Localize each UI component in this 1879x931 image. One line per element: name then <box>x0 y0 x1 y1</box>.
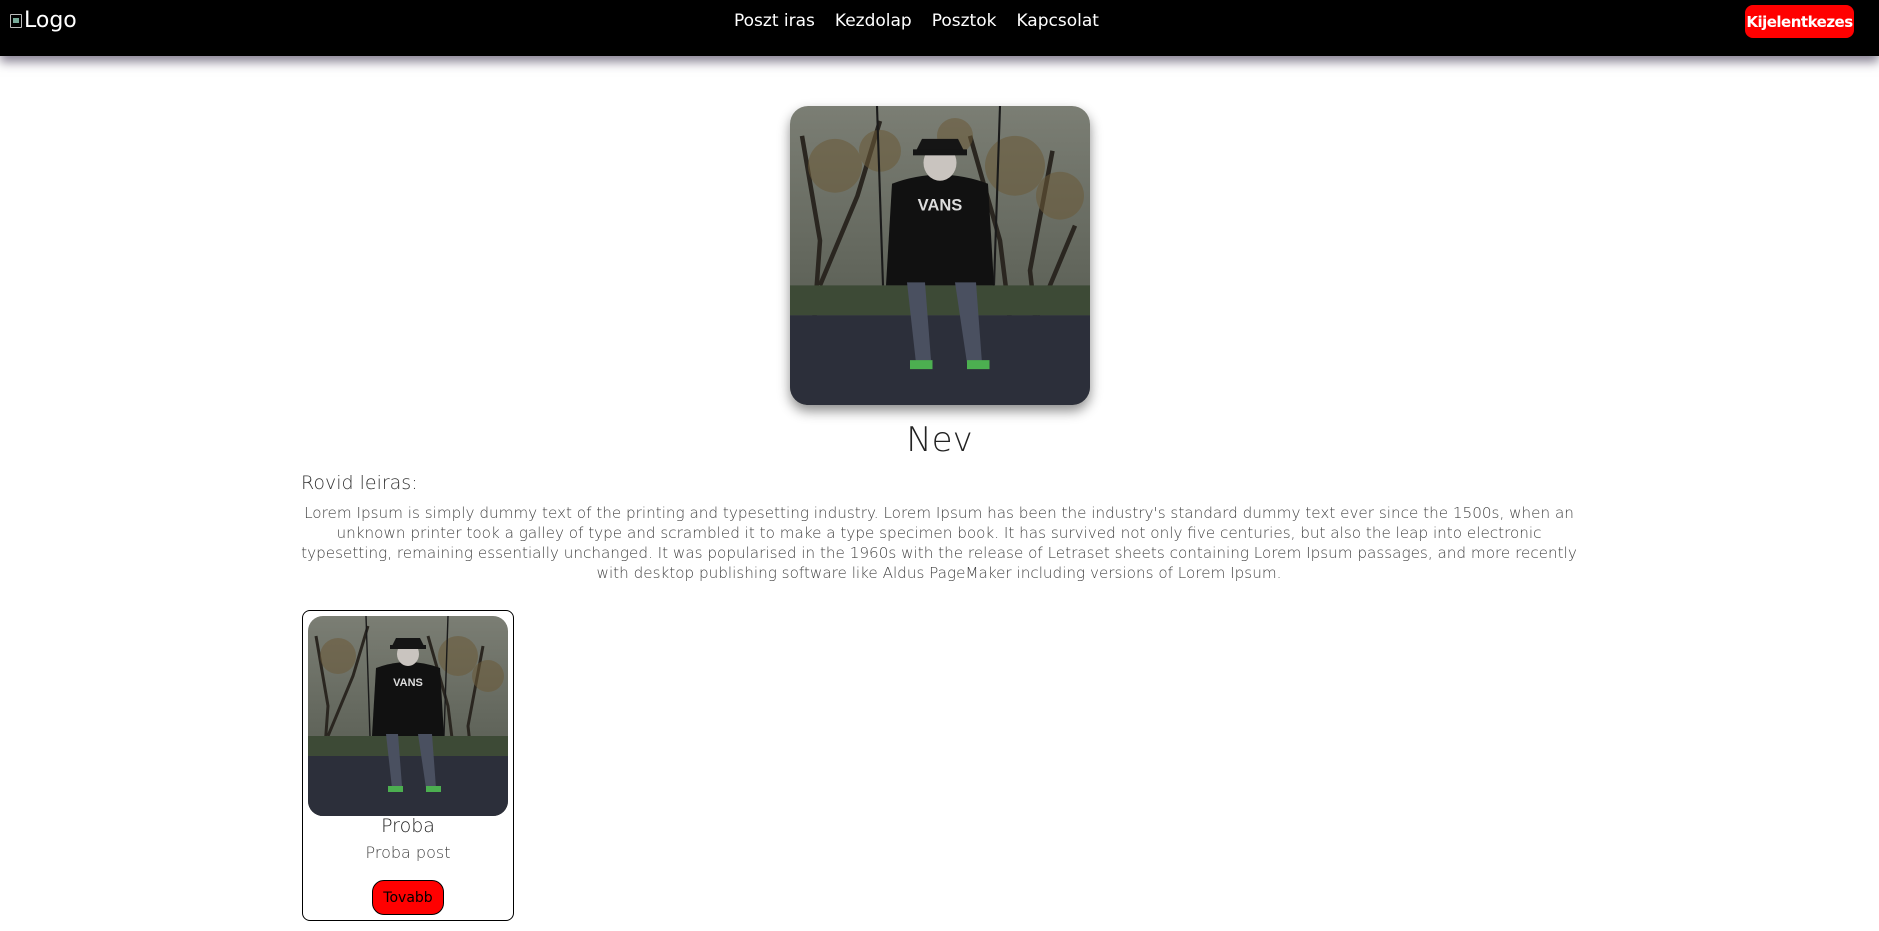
shirt-text: VANS <box>918 197 963 215</box>
read-more-button[interactable]: Tovabb <box>372 880 444 915</box>
navbar: Logo Poszt iras Kezdolap Posztok Kapcsol… <box>0 0 1879 56</box>
main-nav: Poszt iras Kezdolap Posztok Kapcsolat <box>734 11 1099 31</box>
nav-link-kezdolap[interactable]: Kezdolap <box>835 11 912 31</box>
post-card: VANS Proba Proba post Tovabb <box>302 610 514 921</box>
post-image: VANS <box>308 616 508 816</box>
logo-link[interactable]: Logo <box>10 8 77 33</box>
post-shirt-text: VANS <box>393 677 423 689</box>
post-subtitle: Proba post <box>365 843 451 862</box>
nav-link-poszt-iras[interactable]: Poszt iras <box>734 11 815 31</box>
profile-name: Nev <box>906 420 973 460</box>
nav-link-posztok[interactable]: Posztok <box>932 11 997 31</box>
broken-image-icon <box>10 13 22 28</box>
bio-text: Lorem Ipsum is simply dummy text of the … <box>301 504 1577 582</box>
logout-button[interactable]: Kijelentkezes <box>1745 5 1854 38</box>
logo-alt-text: Logo <box>24 8 77 33</box>
nav-link-kapcsolat[interactable]: Kapcsolat <box>1016 11 1098 31</box>
profile-photo: VANS <box>790 106 1090 405</box>
bio-heading: Rovid leiras: <box>301 472 418 494</box>
post-title: Proba <box>381 815 435 837</box>
